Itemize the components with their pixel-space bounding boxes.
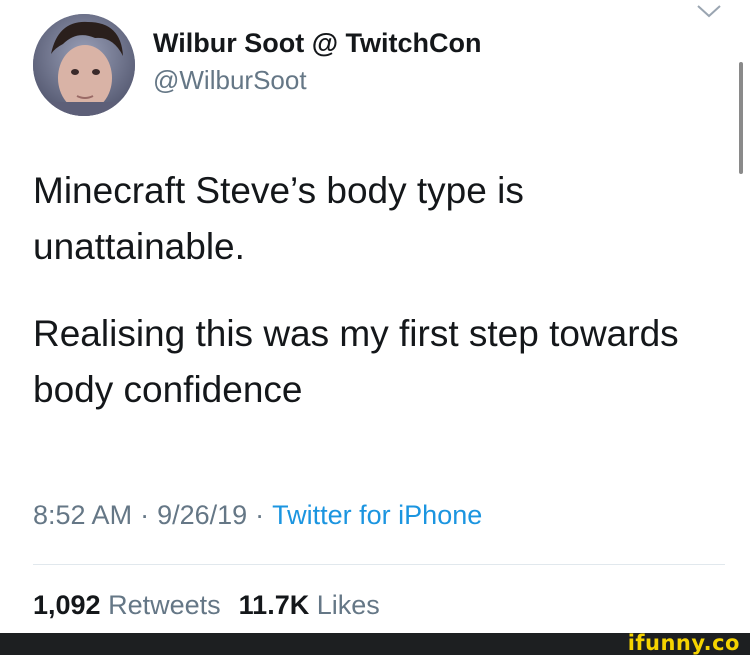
retweets-label: Retweets [108, 590, 221, 620]
retweets-stat[interactable]: 1,092 Retweets [33, 590, 221, 620]
tweet-source-link[interactable]: Twitter for iPhone [272, 500, 482, 530]
separator: · [255, 500, 265, 530]
ifunny-watermark-logo: ifunny.co [627, 631, 740, 655]
divider [33, 564, 725, 565]
avatar[interactable] [33, 14, 135, 116]
retweets-count: 1,092 [33, 590, 101, 620]
tweet-time[interactable]: 8:52 AM [33, 500, 132, 530]
tweet-text-paragraph-1: Minecraft Steve’s body type is unattaina… [33, 170, 524, 267]
likes-label: Likes [316, 590, 380, 620]
likes-count: 11.7K [238, 590, 310, 620]
tweet-metadata: 8:52 AM · 9/26/19 · Twitter for iPhone [33, 500, 482, 531]
tweet-text-paragraph-2: Realising this was my first step towards… [33, 313, 679, 410]
tweet-stats: 1,092 Retweets 11.7K Likes [33, 590, 380, 621]
tweet-date[interactable]: 9/26/19 [157, 500, 247, 530]
watermark-bar: ifunny.co [0, 631, 750, 655]
separator: · [140, 500, 150, 530]
author-handle[interactable]: @WilburSoot [153, 65, 307, 96]
chevron-down-icon[interactable] [694, 0, 724, 20]
profile-photo-icon [33, 14, 135, 116]
author-display-name[interactable]: Wilbur Soot @ TwitchCon [153, 28, 482, 59]
scrollbar[interactable] [739, 62, 743, 174]
likes-stat[interactable]: 11.7K Likes [239, 590, 380, 620]
